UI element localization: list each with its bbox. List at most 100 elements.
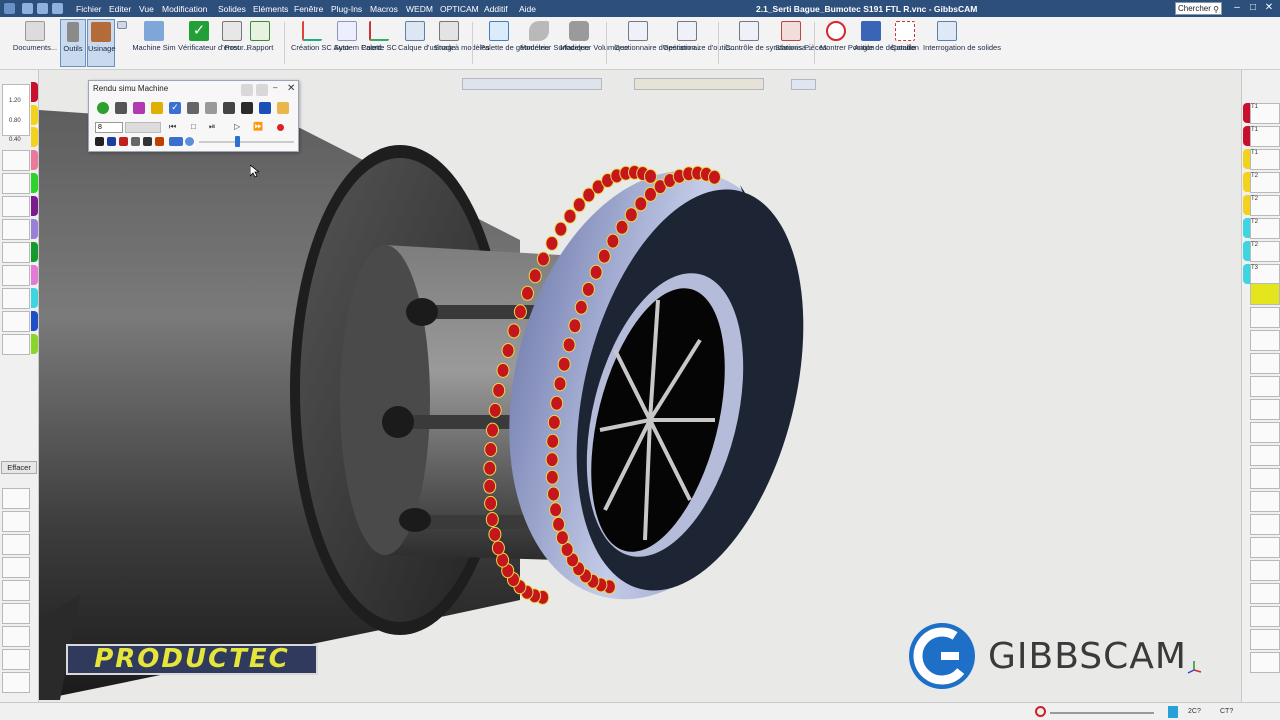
operation-tile[interactable]: T2 <box>1250 218 1280 239</box>
color-tab[interactable] <box>31 150 38 170</box>
menu-opticam[interactable]: OPTICAM <box>440 4 479 14</box>
menu-plug-ins[interactable]: Plug-Ins <box>331 4 362 14</box>
menu-wedm[interactable]: WEDM <box>406 4 433 14</box>
color-icon[interactable] <box>133 102 145 114</box>
timeline-track[interactable] <box>199 141 294 143</box>
dimension-button[interactable]: Cotation <box>889 19 921 67</box>
menu-aide[interactable]: Aide <box>519 4 536 14</box>
coord-system-button[interactable]: System Coord. <box>334 19 384 67</box>
tool-slot[interactable] <box>2 557 30 578</box>
color-tab[interactable] <box>31 127 38 147</box>
color-tab[interactable] <box>1243 241 1250 261</box>
operation-tile-selected[interactable] <box>1250 283 1280 305</box>
cs-palette-button[interactable]: Palette SC <box>361 19 397 67</box>
operation-tile[interactable] <box>1250 330 1280 351</box>
color-tab[interactable] <box>1243 149 1250 169</box>
render-toolbar[interactable] <box>634 78 764 90</box>
tool-slot[interactable] <box>2 265 30 286</box>
tool-slot[interactable] <box>2 150 30 171</box>
mini-stack[interactable] <box>116 19 128 67</box>
operation-tile[interactable]: T3 <box>1250 264 1280 285</box>
operation-tile[interactable]: T2 <box>1250 172 1280 193</box>
tool-slot[interactable] <box>2 242 30 263</box>
close-button[interactable]: ✕ <box>1262 2 1276 15</box>
part-stations-button[interactable]: Stations Pièces <box>775 19 827 67</box>
record-icon[interactable] <box>277 124 284 131</box>
tool-slot[interactable] <box>2 603 30 624</box>
dock-icon[interactable] <box>241 84 253 96</box>
tool-icon[interactable] <box>151 102 163 114</box>
operation-tile[interactable] <box>1250 629 1280 650</box>
rewind-icon[interactable]: ⏮ <box>169 122 176 132</box>
solid-query-button[interactable]: Interrogation de solides <box>923 19 1001 67</box>
help-toolbar[interactable] <box>791 79 816 90</box>
color-tab[interactable] <box>1243 195 1250 215</box>
cs-auto-button[interactable]: Création SC Auto <box>291 19 349 67</box>
stop-sign-icon[interactable] <box>1035 706 1046 717</box>
check-icon[interactable]: ✓ <box>169 102 181 114</box>
color-tab[interactable] <box>1243 172 1250 192</box>
view-icon[interactable] <box>155 137 164 146</box>
error-checker-button[interactable]: ✓ Vérificateur d'erreur... <box>178 19 249 67</box>
sim-render-panel[interactable]: Rendu simu Machine – ✕ ✓ 8 ⏮ □ ⏯ ▷ ⏩ <box>88 80 299 152</box>
color-tab[interactable] <box>31 288 38 308</box>
graphics-viewport[interactable] <box>39 70 1241 702</box>
menu-fichier[interactable]: Fichier <box>76 4 102 14</box>
operation-tile[interactable] <box>1250 606 1280 627</box>
app-icon[interactable] <box>4 3 15 14</box>
operation-tile[interactable]: T2 <box>1250 195 1280 216</box>
operation-tile[interactable]: T1 <box>1250 149 1280 170</box>
undo-icon[interactable] <box>37 3 48 14</box>
operation-tile[interactable] <box>1250 468 1280 489</box>
color-tab[interactable] <box>31 311 38 331</box>
color-tab[interactable] <box>31 219 38 239</box>
post-button[interactable]: Post <box>222 19 242 67</box>
color-tab[interactable] <box>31 265 38 285</box>
cube-icon[interactable] <box>259 102 271 114</box>
sync-control-button[interactable]: Contrôle de synchronisa... <box>725 19 812 67</box>
operation-tile[interactable] <box>1250 652 1280 673</box>
tool-slot[interactable] <box>2 488 30 509</box>
tools-button[interactable]: Outils <box>60 19 86 67</box>
speed-input[interactable]: 8 <box>95 122 123 133</box>
color-tab[interactable] <box>31 173 38 193</box>
machining-button[interactable]: Usinage <box>87 19 116 67</box>
view-icon[interactable] <box>131 137 140 146</box>
color-tab[interactable] <box>1243 126 1250 146</box>
tool-slot[interactable] <box>2 173 30 194</box>
solid-modeler-button[interactable]: Modeleur Volumique <box>560 19 628 67</box>
tool-manager-button[interactable]: Gestionnaire d'outils... <box>663 19 737 67</box>
operation-tile[interactable] <box>1250 514 1280 535</box>
color-tab[interactable] <box>31 82 38 102</box>
color-tab[interactable] <box>31 196 38 216</box>
menu-elements[interactable]: Eléments <box>253 4 288 14</box>
pin-icon[interactable] <box>256 84 268 96</box>
operation-manager-button[interactable]: Gestionnaire d'opération... <box>614 19 702 67</box>
operation-tile[interactable] <box>1250 399 1280 420</box>
step-icon[interactable]: ⏯ <box>209 122 215 132</box>
simulate-icon[interactable] <box>97 102 109 114</box>
operation-tile[interactable] <box>1250 537 1280 558</box>
operation-tile[interactable]: T1 <box>1250 126 1280 147</box>
menu-solides[interactable]: Solides <box>218 4 246 14</box>
folder-icon[interactable] <box>277 102 289 114</box>
view-icon[interactable] <box>119 137 128 146</box>
fast-forward-icon[interactable]: ⏩ <box>253 122 263 131</box>
menu-modification[interactable]: Modification <box>162 4 207 14</box>
minimize-panel-button[interactable]: – <box>273 83 277 92</box>
view-icon[interactable] <box>143 137 152 146</box>
save-icon[interactable] <box>22 3 33 14</box>
operation-tile[interactable] <box>1250 307 1280 328</box>
color-tab[interactable] <box>1243 264 1250 284</box>
operation-tile[interactable] <box>1250 491 1280 512</box>
view-icon[interactable] <box>95 137 104 146</box>
report-button[interactable]: Rapport <box>245 19 275 67</box>
draft-angle-button[interactable]: Angle de dépouille <box>854 19 916 67</box>
operation-tile[interactable] <box>1250 560 1280 581</box>
color-tab[interactable] <box>1243 218 1250 238</box>
menu-macros[interactable]: Macros <box>370 4 398 14</box>
lock-icon[interactable] <box>187 102 199 114</box>
menu-vue[interactable]: Vue <box>139 4 154 14</box>
tool-slot[interactable] <box>2 311 30 332</box>
machine-sim-button[interactable]: Machine Sim <box>132 19 176 67</box>
